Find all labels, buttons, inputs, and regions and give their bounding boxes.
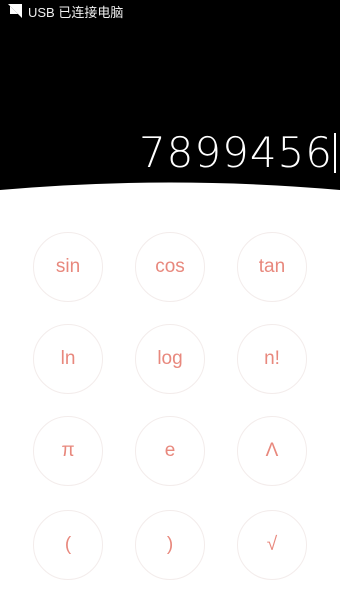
calculator-screen: USB 已连接电脑 7899456 sin cos tan ln log n! π e Λ() √: [0, 0, 340, 606]
cos-key[interactable]: cos: [135, 232, 205, 302]
usb-status-text: USB 已连接电脑: [28, 4, 124, 20]
sin-key[interactable]: sin: [33, 232, 103, 302]
usb-debug-icon: [8, 4, 22, 18]
e-key[interactable]: e: [135, 416, 205, 486]
status-bar: USB 已连接电脑: [0, 0, 340, 22]
sqrt-key[interactable]: √: [237, 510, 307, 580]
pi-key[interactable]: π: [33, 416, 103, 486]
tan-key[interactable]: tan: [237, 232, 307, 302]
ln-key[interactable]: ln: [33, 324, 103, 394]
open-paren-key[interactable]: (: [33, 510, 103, 580]
curved-divider: [0, 182, 340, 210]
close-paren-key[interactable]: ): [135, 510, 205, 580]
log-key[interactable]: log: [135, 324, 205, 394]
power-key[interactable]: Λ: [237, 416, 307, 486]
text-cursor: [334, 132, 336, 173]
factorial-key[interactable]: n!: [237, 324, 307, 394]
